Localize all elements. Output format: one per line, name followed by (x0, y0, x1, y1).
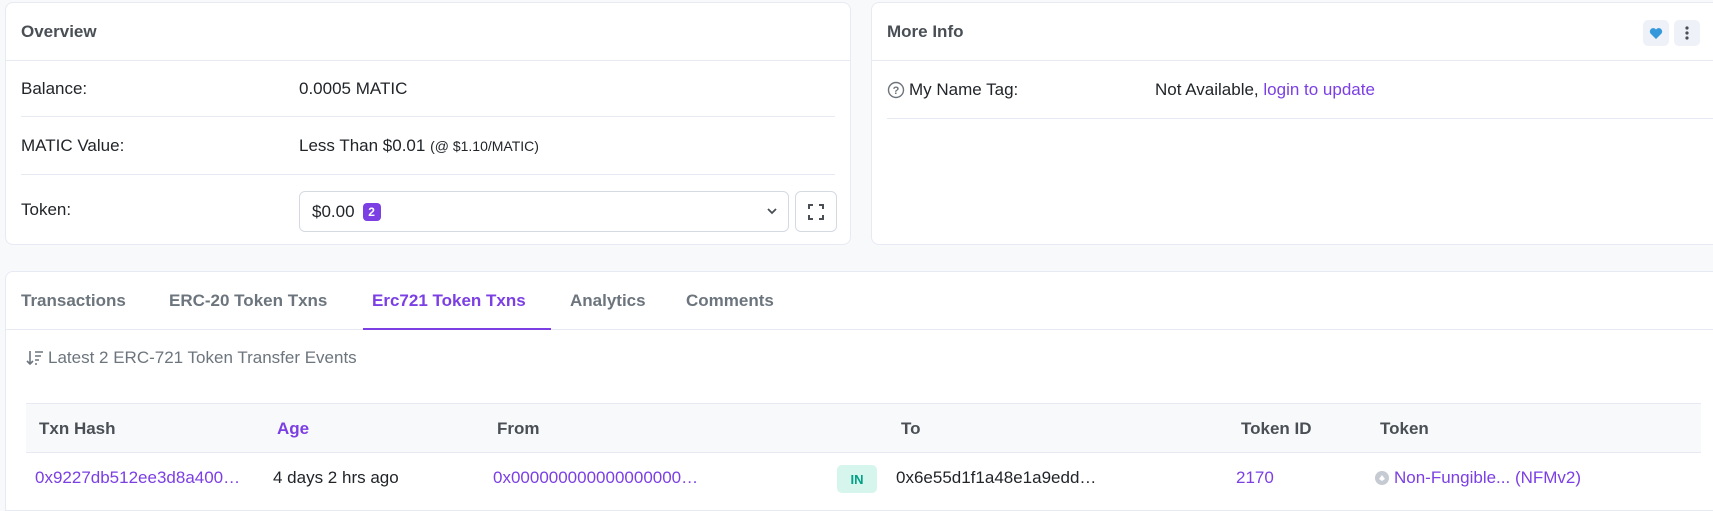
col-from: From (497, 419, 540, 438)
col-token: Token (1380, 419, 1429, 438)
col-to: To (901, 419, 921, 438)
matic-value-text: Less Than $0.01 (@ $1.10/MATIC) (299, 136, 539, 156)
sort-amount-down-icon (26, 351, 43, 366)
events-summary-text: Latest 2 ERC-721 Token Transfer Events (48, 348, 357, 367)
col-age[interactable]: Age (277, 404, 309, 454)
token-label: Token: (21, 200, 72, 219)
expand-icon (808, 203, 824, 220)
to-address: 0x6e55d1f1a48e1a9edd… (896, 468, 1097, 487)
token-id-link[interactable]: 2170 (1236, 453, 1274, 503)
events-summary: Latest 2 ERC-721 Token Transfer Events (26, 348, 357, 368)
txn-hash-link[interactable]: 0x9227db512ee3d8a400… (35, 453, 240, 503)
divider (887, 118, 1713, 119)
kebab-menu-icon (1685, 26, 1689, 40)
more-info-card: More Info ? My Name Tag: Not Available, … (871, 2, 1713, 245)
balance-value: 0.0005 MATIC (299, 79, 408, 98)
heart-icon (1649, 27, 1663, 39)
tab-analytics[interactable]: Analytics (570, 272, 646, 330)
transactions-card: Transactions ERC-20 Token Txns Erc721 To… (5, 271, 1713, 511)
divider (21, 116, 835, 117)
chevron-down-icon (767, 208, 777, 215)
tab-bar: Transactions ERC-20 Token Txns Erc721 To… (6, 272, 1713, 330)
tab-transactions[interactable]: Transactions (21, 272, 126, 330)
token-value: $0.00 (312, 201, 355, 221)
tab-erc721-token-txns[interactable]: Erc721 Token Txns (372, 272, 526, 330)
from-address-link[interactable]: 0x000000000000000000… (493, 453, 698, 503)
divider (21, 174, 835, 175)
matic-value-amount: Less Than $0.01 (299, 136, 426, 155)
age-value: 4 days 2 hrs ago (273, 468, 399, 487)
overview-card: Overview Balance: 0.0005 MATIC MATIC Val… (5, 2, 851, 245)
token-count-badge: 2 (362, 202, 381, 221)
active-tab-indicator (363, 328, 551, 330)
name-tag-label: My Name Tag: (909, 80, 1019, 99)
favorite-button[interactable] (1643, 20, 1669, 46)
login-to-update-link[interactable]: login to update (1263, 80, 1375, 99)
table-header: Txn Hash Age From To Token ID Token (26, 403, 1701, 453)
expand-button[interactable] (795, 191, 837, 232)
svg-text:?: ? (893, 85, 900, 97)
matic-rate: (@ $1.10/MATIC) (430, 138, 539, 154)
tab-comments[interactable]: Comments (686, 272, 774, 330)
balance-label: Balance: (21, 79, 88, 98)
direction-badge: IN (837, 465, 877, 493)
col-token-id: Token ID (1241, 419, 1312, 438)
token-dropdown[interactable]: $0.00 2 (299, 191, 789, 232)
name-tag-value-wrap: Not Available, login to update (1155, 80, 1375, 100)
name-tag-label-wrap: ? My Name Tag: (887, 80, 1018, 100)
col-txn-hash: Txn Hash (39, 419, 116, 438)
tab-erc20-token-txns[interactable]: ERC-20 Token Txns (169, 272, 327, 330)
matic-value-label: MATIC Value: (21, 136, 125, 155)
token-logo-icon (1375, 471, 1389, 485)
token-cell: Non-Fungible... (NFMv2) (1374, 453, 1581, 503)
more-info-title: More Info (872, 3, 1713, 61)
question-circle-icon: ? (887, 81, 905, 99)
name-tag-value: Not Available, (1155, 80, 1259, 99)
overview-title: Overview (6, 3, 850, 61)
token-link[interactable]: Non-Fungible... (NFMv2) (1394, 468, 1581, 488)
more-options-button[interactable] (1674, 20, 1700, 46)
